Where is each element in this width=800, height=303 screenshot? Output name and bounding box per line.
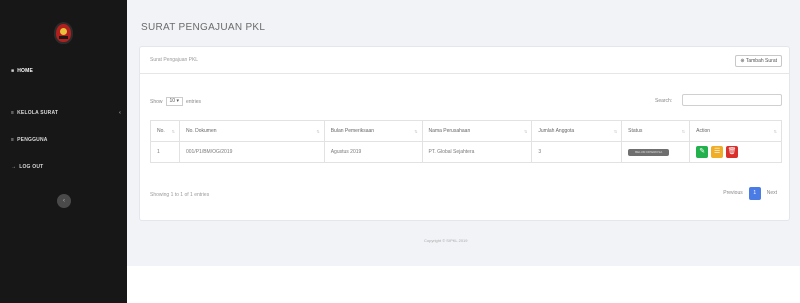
trash-icon: 🗑: [727, 148, 737, 155]
sort-icon: ⇅: [316, 129, 320, 134]
users-icon: ≡: [11, 137, 15, 143]
column-header-no-dokumen[interactable]: No. Dokumen ⇅: [178, 120, 325, 142]
sort-icon: ⇅: [171, 129, 175, 134]
sort-icon: ⇅: [773, 129, 777, 134]
sort-icon: ⇅: [681, 129, 686, 134]
sidebar-item-home[interactable]: ■ HOME: [11, 68, 33, 74]
add-surat-button[interactable]: ⊕ Tambah Surat: [735, 55, 782, 67]
page-title: SURAT PENGAJUAN PKL: [141, 22, 266, 33]
copyright-text: Copyright © SIPKL 2019: [424, 238, 468, 243]
cell-perusahaan: PT. Global Sejahtera: [421, 141, 533, 163]
column-header-action[interactable]: Action ⇅: [689, 120, 782, 142]
pagination: Previous 1 Next: [720, 187, 780, 200]
table-row: 1 001/P1/BM/OG/2019 Agustus 2019 PT. Glo…: [150, 141, 782, 163]
entries-length-control: Show 10 ▾ entries: [150, 97, 201, 106]
status-badge: BELUM DIPERIKSA: [628, 148, 670, 156]
view-button[interactable]: ☰: [711, 146, 724, 158]
footer-area: [127, 266, 800, 303]
page-1-button[interactable]: 1: [748, 187, 761, 200]
search-label: Search:: [655, 98, 673, 104]
column-header-no[interactable]: No. ⇅: [150, 120, 180, 142]
card-header: Surat Pengajuan PKL ⊕ Tambah Surat: [140, 47, 789, 74]
sidebar-toggle-button[interactable]: ‹: [57, 194, 71, 208]
sort-icon: ⇅: [414, 129, 418, 134]
cell-action: ✎ ☰ 🗑: [689, 141, 782, 163]
card-title: Surat Pengajuan PKL: [150, 57, 199, 63]
edit-button[interactable]: ✎: [696, 146, 709, 158]
sort-icon: ⇅: [613, 129, 618, 134]
surat-table: No. ⇅ No. Dokumen ⇅ Bulan Pemeriksaan ⇅ Nam…: [150, 120, 782, 163]
cell-no: 1: [150, 141, 180, 163]
next-page-button[interactable]: Next: [764, 187, 780, 200]
cell-bulan: Agustus 2019: [323, 141, 423, 163]
app-logo: [54, 22, 73, 44]
sidebar-item-label: LOG OUT: [19, 164, 44, 170]
sidebar: ■ HOME ≡ KELOLA SURAT ‹ ≡ PENGGUNA → LOG…: [0, 0, 127, 303]
chevron-left-icon: ‹: [119, 110, 121, 116]
sidebar-item-label: HOME: [17, 68, 34, 74]
view-icon: ☰: [713, 148, 721, 155]
list-icon: ≡: [11, 110, 15, 116]
entries-label: entries: [185, 98, 201, 105]
edit-icon: ✎: [699, 148, 706, 155]
sidebar-item-kelola-surat[interactable]: ≡ KELOLA SURAT ‹: [11, 110, 121, 116]
show-label: Show: [150, 98, 163, 105]
table-info: Showing 1 to 1 of 1 entries: [150, 192, 210, 198]
logout-icon: →: [11, 164, 17, 170]
home-icon: ■: [11, 68, 15, 74]
chevron-left-icon: ‹: [63, 198, 65, 204]
entries-length-select[interactable]: 10 ▾: [165, 97, 183, 106]
search-input[interactable]: [682, 94, 782, 106]
sort-icon: ⇅: [523, 129, 528, 134]
sidebar-item-label: KELOLA SURAT: [17, 110, 59, 116]
column-header-status[interactable]: Status ⇅: [621, 120, 691, 142]
column-header-jumlah[interactable]: Jumlah Anggota ⇅: [531, 120, 623, 142]
cell-status: BELUM DIPERIKSA: [621, 141, 691, 163]
sidebar-item-logout[interactable]: → LOG OUT: [11, 164, 43, 170]
cell-jumlah: 3: [531, 141, 623, 163]
sidebar-item-pengguna[interactable]: ≡ PENGGUNA: [11, 137, 48, 143]
sidebar-item-label: PENGGUNA: [17, 137, 48, 143]
table-header-row: No. ⇅ No. Dokumen ⇅ Bulan Pemeriksaan ⇅ Nam…: [150, 120, 782, 142]
column-header-perusahaan[interactable]: Nama Perusahaan ⇅: [421, 120, 533, 142]
column-header-bulan[interactable]: Bulan Pemeriksaan ⇅: [323, 120, 423, 142]
cell-no-dokumen: 001/P1/BM/OG/2019: [178, 141, 325, 163]
content-card: Surat Pengajuan PKL ⊕ Tambah Surat Show …: [139, 46, 790, 221]
previous-page-button[interactable]: Previous: [720, 187, 745, 200]
delete-button[interactable]: 🗑: [726, 146, 739, 158]
